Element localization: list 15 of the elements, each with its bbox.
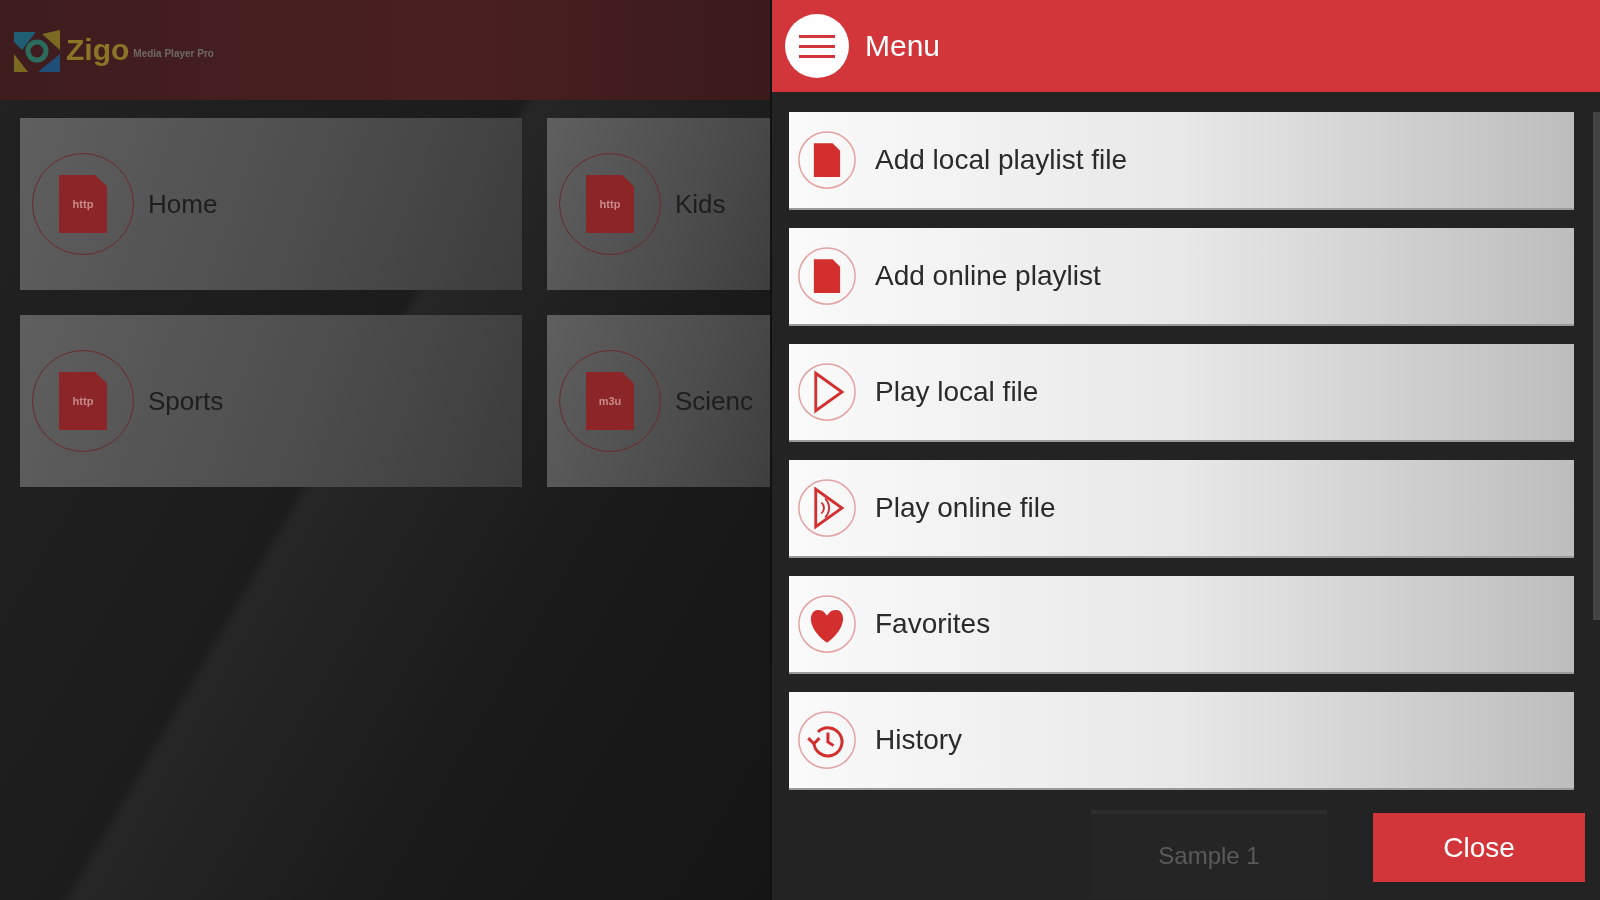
menu-item[interactable]: Add online playlist xyxy=(789,228,1574,326)
menu-title: Menu xyxy=(865,29,941,63)
menu-item[interactable]: Favorites xyxy=(789,576,1574,674)
logo-tagline: Media Player Pro xyxy=(133,47,214,59)
menu-item[interactable]: History xyxy=(789,692,1574,790)
menu-item[interactable]: Play local file xyxy=(789,344,1574,442)
file-icon xyxy=(797,246,857,306)
play-icon xyxy=(797,362,857,422)
close-button[interactable]: Close xyxy=(1373,813,1585,882)
menu-item[interactable]: Play online file xyxy=(789,460,1574,558)
history-icon xyxy=(797,710,857,770)
stream-play-icon xyxy=(797,478,857,538)
logo-name: Zigo xyxy=(66,33,130,67)
menu-item[interactable]: Add local playlist file xyxy=(789,112,1574,210)
file-icon xyxy=(797,130,857,190)
